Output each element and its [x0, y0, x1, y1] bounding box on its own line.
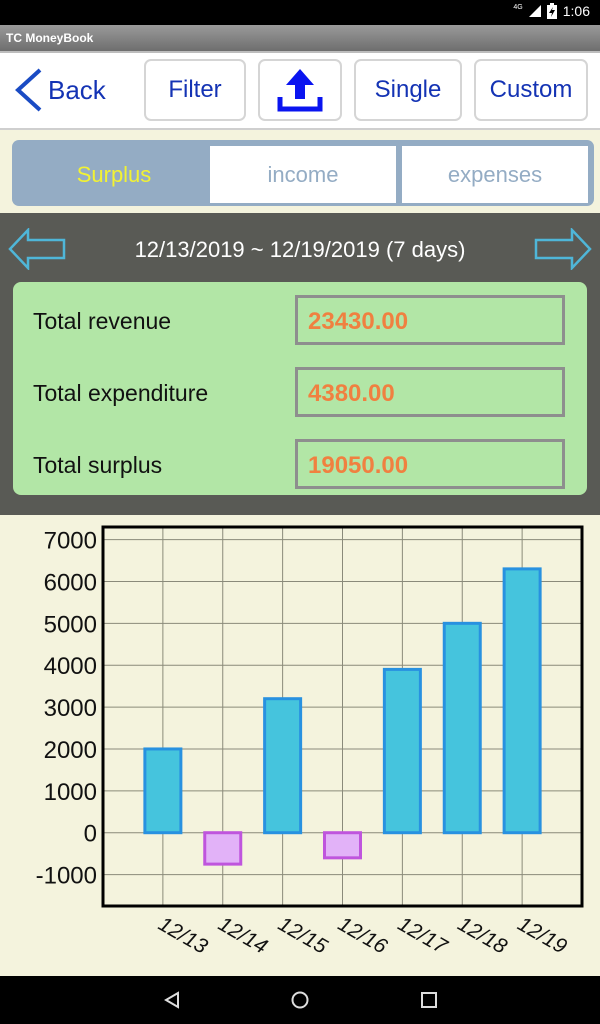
export-button[interactable]	[258, 59, 342, 121]
arrow-right-icon[interactable]	[534, 228, 592, 270]
bar-12-16	[323, 831, 362, 860]
clock: 1:06	[562, 3, 590, 19]
bar-12-15	[263, 697, 303, 835]
x-tick-label: 12/17	[394, 912, 452, 959]
segmented-control: Surplus income expenses	[12, 140, 594, 206]
app-title: TC MoneyBook	[6, 31, 94, 45]
status-bar: 4G 1:06	[0, 0, 600, 25]
back-button[interactable]: Back	[12, 65, 106, 115]
toolbar: Back Filter Single Custom	[0, 51, 600, 130]
signal-icon	[528, 5, 541, 17]
x-tick-label: 12/18	[454, 912, 511, 958]
bar-12-18	[442, 621, 482, 835]
tab-expenses[interactable]: expenses	[402, 146, 588, 203]
y-tick-label: 4000	[44, 653, 97, 680]
y-tick-label: 5000	[44, 611, 97, 638]
tab-income[interactable]: income	[210, 146, 396, 203]
bar-12-17	[382, 667, 422, 835]
surplus-bar-chart: 70006000500040003000200010000-100012/13 1…	[36, 525, 584, 959]
app-title-bar: TC MoneyBook	[0, 25, 600, 51]
single-label: Single	[374, 76, 442, 103]
x-tick-label: 12/19	[514, 912, 571, 958]
nav-recents-icon[interactable]	[419, 990, 439, 1010]
y-tick-label: 3000	[44, 695, 97, 722]
summary-card: Total revenue 23430.00 Total expenditure…	[13, 282, 587, 495]
total-expenditure-value: 4380.00	[295, 367, 565, 417]
view-tabs-container: Surplus income expenses	[0, 130, 600, 213]
x-tick-label: 12/13	[154, 912, 211, 958]
filter-label: Filter	[168, 76, 222, 103]
x-tick-label: 12/16	[334, 912, 391, 958]
system-nav-bar	[0, 976, 600, 1024]
period-panel: 12/13/2019 ~ 12/19/2019 (7 days) Total r…	[0, 213, 600, 515]
battery-charging-icon	[546, 3, 557, 19]
y-tick-label: 7000	[44, 528, 97, 555]
y-tick-label: 6000	[44, 569, 97, 596]
filter-button[interactable]: Filter	[144, 59, 246, 121]
total-surplus-value: 19050.00	[295, 439, 565, 489]
upload-icon	[277, 69, 323, 112]
back-label: Back	[48, 74, 106, 105]
y-tick-label: -1000	[36, 863, 97, 890]
y-tick-label: 1000	[44, 779, 97, 806]
nav-home-icon[interactable]	[290, 990, 310, 1010]
tab-surplus[interactable]: Surplus	[18, 146, 210, 203]
bar-12-19	[502, 567, 542, 835]
single-button[interactable]: Single	[354, 59, 462, 121]
total-revenue-value: 23430.00	[295, 295, 565, 345]
bar-12-13	[143, 747, 183, 835]
custom-button[interactable]: Custom	[474, 59, 588, 121]
y-tick-label: 2000	[44, 737, 97, 764]
total-expenditure-label: Total expenditure	[33, 380, 209, 406]
surplus-chart-area: 7000 6000 5000 4000 3000 2000 1000 0 -1000 12/13 1…	[0, 515, 600, 976]
date-range: 12/13/2019 ~ 12/19/2019 (7 days)	[134, 237, 466, 262]
network-type: 4G	[513, 3, 523, 11]
y-tick-label: 0	[84, 821, 97, 848]
custom-label: Custom	[489, 76, 573, 103]
total-surplus-label: Total surplus	[33, 452, 163, 478]
nav-back-icon[interactable]	[162, 990, 182, 1010]
bar-12-14	[203, 831, 243, 866]
total-revenue-label: Total revenue	[33, 308, 172, 334]
x-tick-label: 12/15	[274, 912, 331, 958]
x-tick-label: 12/14	[214, 912, 271, 958]
chevron-left-icon	[15, 68, 42, 112]
